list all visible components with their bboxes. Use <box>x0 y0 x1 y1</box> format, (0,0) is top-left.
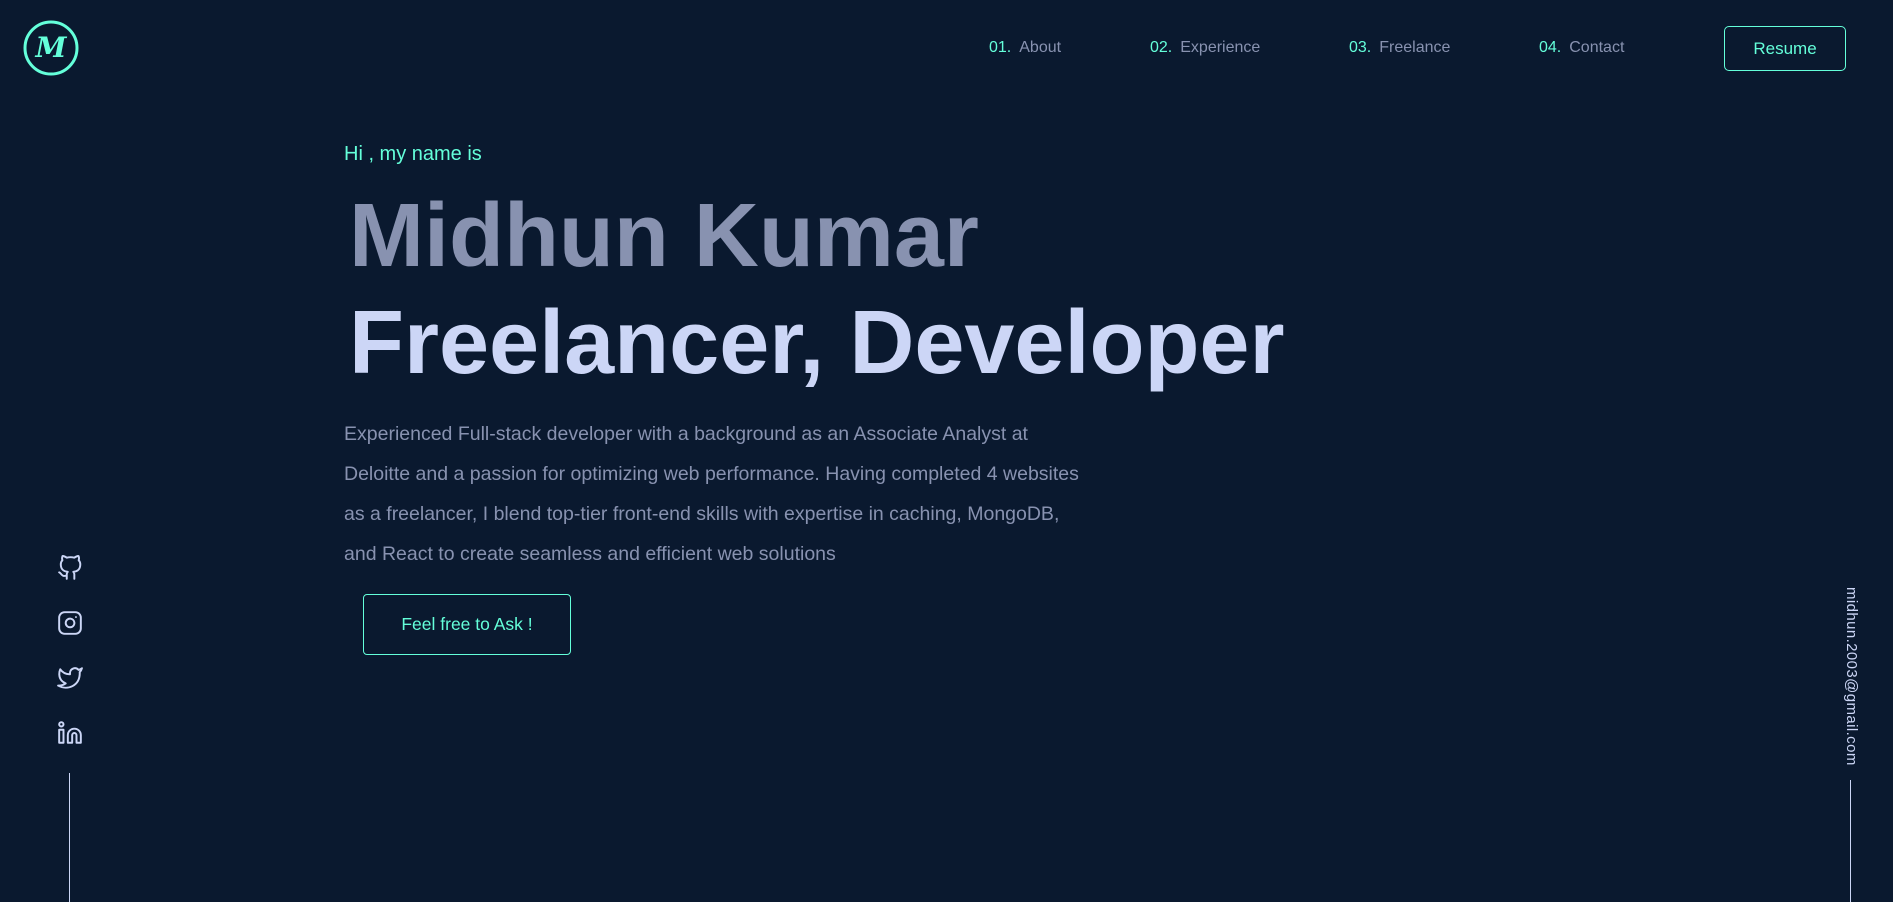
email-link[interactable]: midhun.2003@gmail.com <box>1840 587 1860 772</box>
nav-item-label: Freelance <box>1379 39 1451 56</box>
nav-item-number: 02. <box>1150 39 1173 56</box>
nav-item-label: About <box>1019 39 1062 56</box>
linkedin-icon <box>58 721 82 744</box>
nav-item-experience[interactable]: 02. Experience <box>1150 39 1260 57</box>
github-link[interactable] <box>55 553 85 583</box>
linkedin-link[interactable] <box>55 718 85 748</box>
nav-item-label: Experience <box>1180 39 1261 56</box>
hero-description: Experienced Full-stack developer with a … <box>344 423 1079 565</box>
github-icon <box>58 555 82 580</box>
right-vertical-line <box>1850 780 1851 902</box>
nav-item-contact[interactable]: 04. Contact <box>1539 39 1624 57</box>
top-nav: 01. About 02. Experience 03. Freelance 04. C… <box>0 0 1893 100</box>
nav-item-number: 04. <box>1539 39 1562 56</box>
instagram-link[interactable] <box>55 608 85 638</box>
twitter-link[interactable] <box>55 663 85 693</box>
hero-role: Freelancer, Developer <box>349 293 1285 393</box>
feel-free-to-ask-button[interactable]: Feel free to Ask ! <box>363 594 571 655</box>
resume-button[interactable]: Resume <box>1724 26 1846 71</box>
nav-item-number: 01. <box>989 39 1012 56</box>
left-vertical-line <box>69 773 70 902</box>
instagram-icon <box>58 611 82 635</box>
nav-item-freelance[interactable]: 03. Freelance <box>1349 39 1450 57</box>
nav-item-label: Contact <box>1569 39 1625 56</box>
nav-item-number: 03. <box>1349 39 1372 56</box>
hero-name: Midhun Kumar <box>349 186 979 286</box>
nav-item-about[interactable]: 01. About <box>989 39 1061 57</box>
hero-greeting: Hi , my name is <box>344 143 482 165</box>
twitter-icon <box>57 667 83 689</box>
